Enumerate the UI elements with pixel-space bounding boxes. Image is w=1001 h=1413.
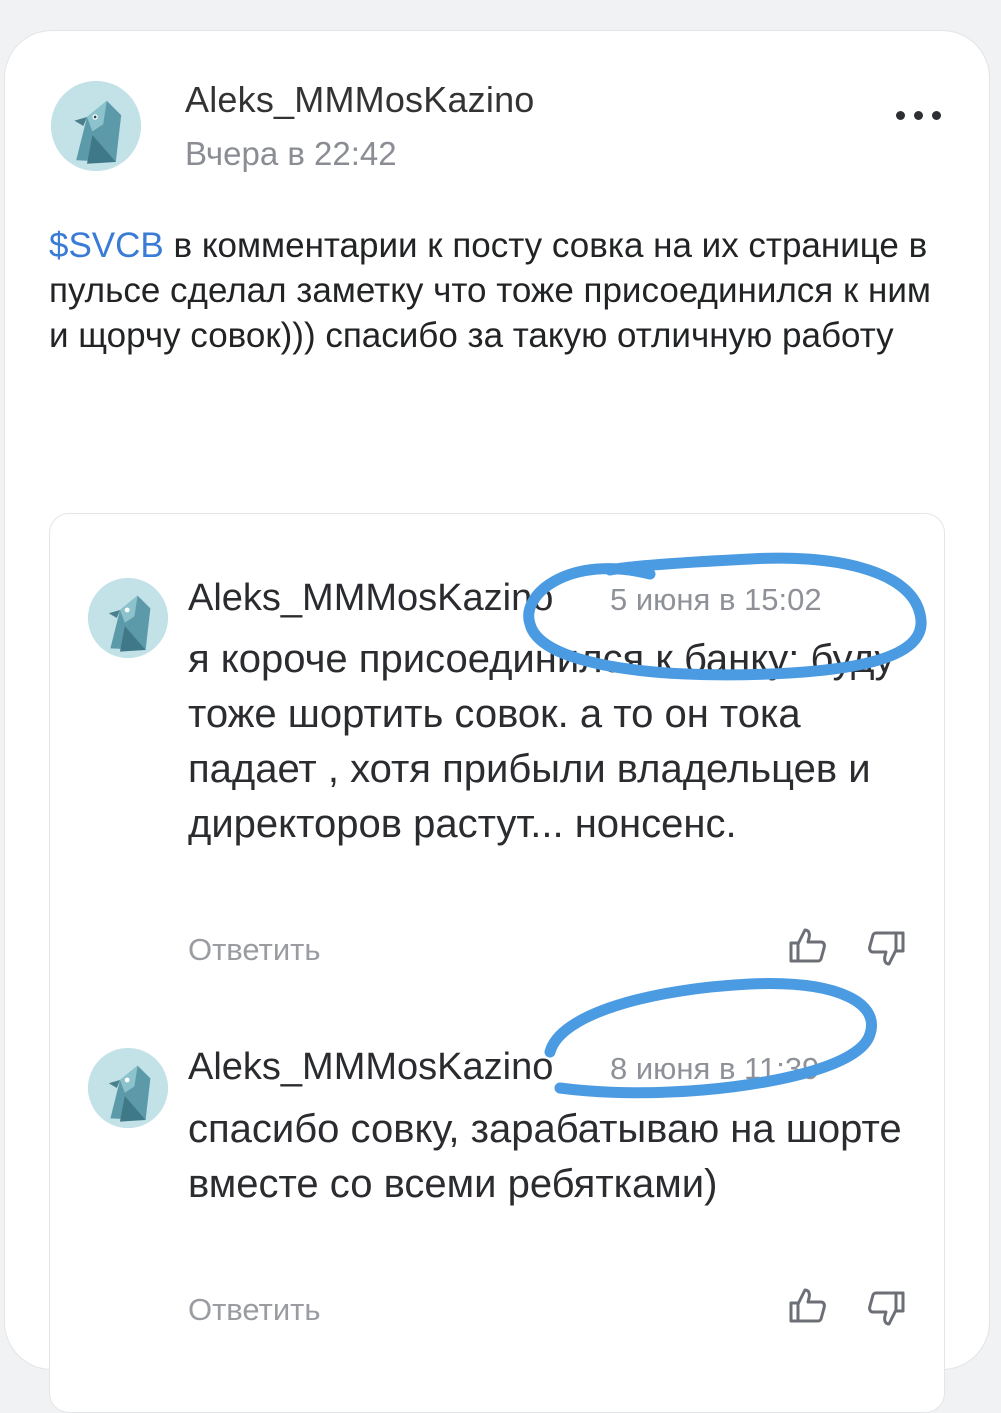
post-timestamp: Вчера в 22:42 (185, 135, 397, 172)
embedded-screenshot: Aleks_MMMosKazino 5 июня в 15:02 я короч… (49, 513, 945, 1413)
thumbs-up-icon (788, 926, 828, 966)
thumbs-up-icon (788, 1286, 828, 1326)
comment-author: Aleks_MMMosKazino (188, 577, 554, 619)
post-body: $SVCB в комментарии к посту совка на их … (49, 223, 949, 358)
comment-text: спасибо совку, зарабатываю на шорте вмес… (188, 1107, 902, 1206)
post-card: Aleks_MMMosKazino Вчера в 22:42 $SVCB в … (4, 30, 990, 1413)
comment-avatar (88, 1048, 168, 1128)
thumbs-down-icon (866, 928, 906, 968)
comment-date: 5 июня в 15:02 (610, 582, 822, 617)
ticker-link[interactable]: $SVCB (49, 226, 164, 265)
comment-text: я короче присоединился к банку: буду тож… (188, 637, 895, 846)
reply-link: Ответить (188, 932, 321, 967)
comment-avatar (88, 578, 168, 658)
post-author[interactable]: Aleks_MMMosKazino (185, 79, 535, 121)
comment-author: Aleks_MMMosKazino (188, 1046, 554, 1088)
reply-link: Ответить (188, 1292, 321, 1327)
thumbs-down-icon (866, 1288, 906, 1328)
comment-date: 8 июня в 11:39 (610, 1051, 820, 1086)
post-text: в комментарии к посту совка на их страни… (49, 226, 931, 355)
more-dots-icon[interactable] (896, 111, 941, 120)
author-avatar[interactable] (51, 81, 141, 171)
